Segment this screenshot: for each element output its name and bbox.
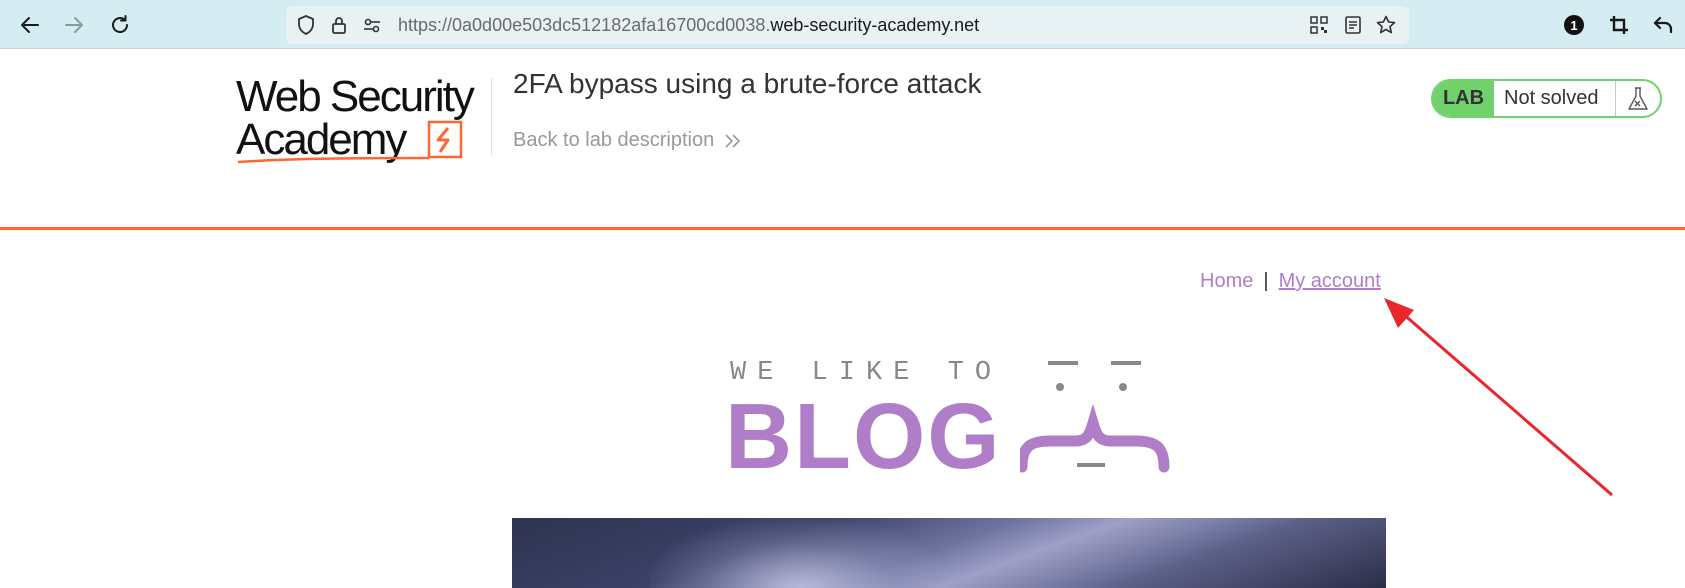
- web-security-academy-logo[interactable]: Web Security Academy: [236, 72, 490, 168]
- lab-title: 2FA bypass using a brute-force attack: [513, 68, 982, 99]
- lock-icon[interactable]: [329, 15, 349, 35]
- annotation-arrow-icon: [1384, 298, 1613, 497]
- header-divider: [491, 78, 492, 156]
- double-chevron-right-icon: [725, 133, 741, 148]
- header-accent-rule: [0, 227, 1685, 230]
- nav-separator: |: [1263, 270, 1269, 292]
- back-to-lab-description-link[interactable]: Back to lab description: [513, 129, 742, 152]
- hero-image-highlight: [650, 518, 950, 588]
- browser-toolbar: https://0a0d00e503dc512182afa16700cd0038…: [0, 0, 1685, 49]
- back-arrow-icon[interactable]: [14, 9, 46, 41]
- my-account-link[interactable]: My account: [1279, 270, 1381, 292]
- flask-icon: [1615, 81, 1660, 116]
- shield-icon[interactable]: [296, 15, 316, 35]
- site-settings-icon[interactable]: [362, 15, 382, 35]
- notification-badge-icon[interactable]: 1: [1558, 9, 1590, 41]
- reload-icon[interactable]: [104, 9, 136, 41]
- crop-icon[interactable]: [1603, 9, 1635, 41]
- notification-count: 1: [1564, 15, 1584, 35]
- url-text[interactable]: https://0a0d00e503dc512182afa16700cd0038…: [398, 15, 979, 35]
- bookmark-star-icon[interactable]: [1376, 15, 1396, 35]
- logo-line1: Web Security: [236, 72, 475, 121]
- reader-view-icon[interactable]: [1343, 15, 1363, 35]
- site-navigation: Home | My account: [1200, 270, 1381, 293]
- address-bar[interactable]: https://0a0d00e503dc512182afa16700cd0038…: [286, 6, 1409, 44]
- home-link[interactable]: Home: [1200, 270, 1253, 292]
- back-link-label: Back to lab description: [513, 129, 715, 151]
- blog-word: BLOG: [725, 384, 1002, 488]
- lab-badge: LAB: [1433, 81, 1494, 116]
- url-host-prefix: https://0a0d00e503dc512182afa16700cd0038…: [398, 15, 771, 35]
- url-domain: web-security-academy.net: [770, 15, 980, 35]
- lab-status-text: Not solved: [1504, 87, 1599, 109]
- blog-face-icon: [1020, 361, 1170, 473]
- lab-status-widget[interactable]: LAB Not solved: [1431, 79, 1662, 118]
- undo-icon[interactable]: [1647, 9, 1679, 41]
- logo-line2: Academy: [236, 115, 407, 164]
- qr-code-icon[interactable]: [1309, 15, 1329, 35]
- forward-arrow-icon[interactable]: [58, 9, 90, 41]
